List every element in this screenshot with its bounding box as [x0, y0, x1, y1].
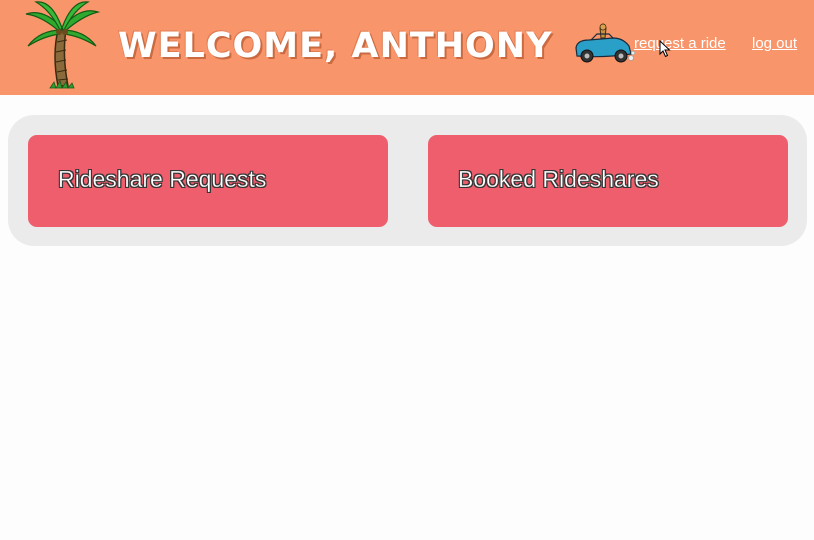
welcome-heading: WELCOME, ANTHONY [118, 26, 553, 66]
booked-rideshares-label: Booked Rideshares [458, 166, 659, 192]
car-icon [575, 23, 635, 63]
header-bar: WELCOME, ANTHONY request a ride log out [0, 0, 814, 95]
rideshare-requests-card[interactable]: Rideshare Requests [28, 135, 388, 227]
booked-rideshares-card[interactable]: Booked Rideshares [428, 135, 788, 227]
mouse-cursor-icon [659, 40, 671, 58]
palm-tree-icon [25, 1, 100, 89]
logout-link[interactable]: log out [752, 35, 797, 52]
rideshare-requests-label: Rideshare Requests [58, 166, 267, 192]
request-ride-link[interactable]: request a ride [634, 35, 726, 52]
